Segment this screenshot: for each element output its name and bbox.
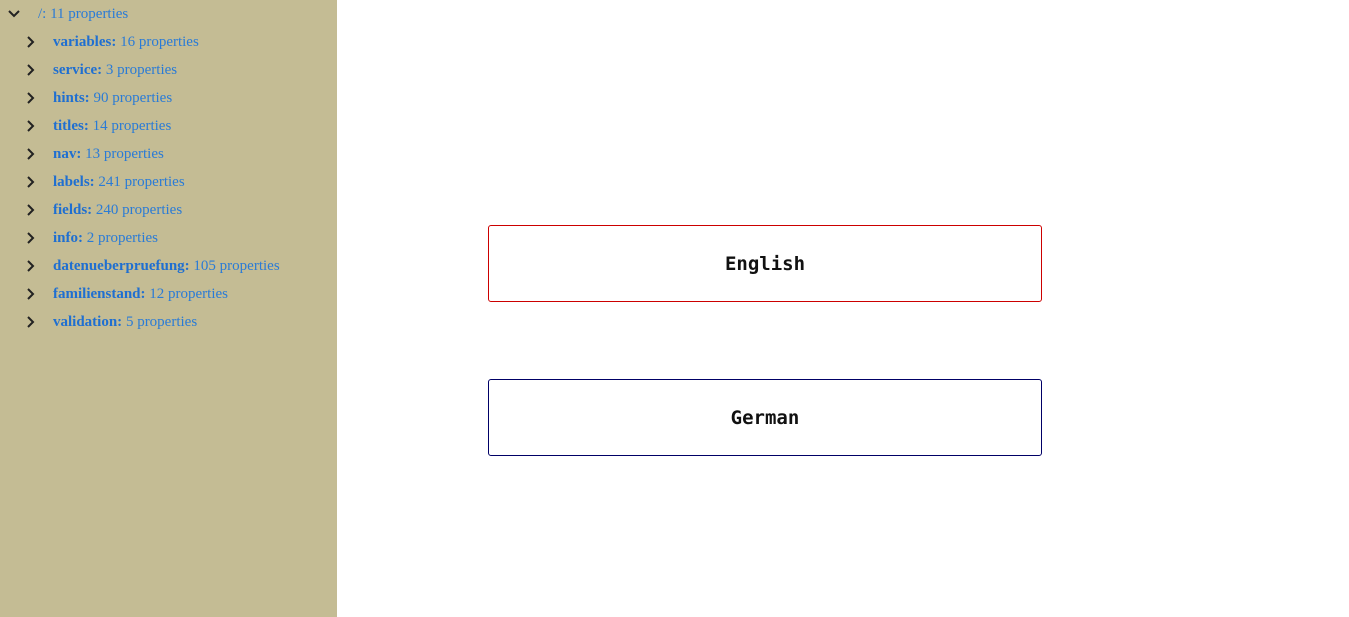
german-language-button[interactable]: German (488, 379, 1042, 456)
tree-item-key: validation: (53, 313, 123, 330)
tree-item-count: 3 properties (105, 61, 178, 78)
tree-item-key: service: (53, 61, 103, 78)
tree-item-count: 5 properties (125, 313, 198, 330)
tree-item-key: nav: (53, 145, 82, 162)
chevron-right-icon[interactable] (23, 286, 39, 302)
chevron-right-icon[interactable] (23, 258, 39, 274)
tree-item-count: 241 properties (98, 173, 185, 190)
english-language-button[interactable]: English (488, 225, 1042, 302)
chevron-right-icon[interactable] (23, 202, 39, 218)
tree-item-familienstand[interactable]: familienstand: 12 properties (23, 280, 228, 308)
tree-item-key: titles: (53, 117, 89, 134)
tree-item-key: hints: (53, 89, 90, 106)
tree-item-key: labels: (53, 173, 95, 190)
chevron-right-icon[interactable] (23, 90, 39, 106)
tree-item-count: 240 properties (95, 201, 183, 218)
tree-item-key: variables: (53, 33, 117, 50)
tree-item-labels[interactable]: labels: 241 properties (23, 168, 185, 196)
chevron-right-icon[interactable] (23, 34, 39, 50)
tree-item-count: 16 properties (120, 33, 199, 50)
tree-item-info[interactable]: info: 2 properties (23, 224, 158, 252)
tree-item-count: 2 properties (86, 229, 158, 246)
tree-item-count: 13 properties (85, 145, 164, 162)
tree-item-key: datenueberpruefung: (53, 257, 190, 274)
tree-item-hints[interactable]: hints: 90 properties (23, 84, 172, 112)
tree-root-row[interactable]: /: 11 properties (6, 0, 128, 28)
tree-root-count: 11 properties (50, 5, 129, 22)
tree-item-key: familienstand: (53, 285, 146, 302)
tree-item-nav[interactable]: nav: 13 properties (23, 140, 164, 168)
chevron-right-icon[interactable] (23, 146, 39, 162)
tree-item-service[interactable]: service: 3 properties (23, 56, 177, 84)
tree-item-key: fields: (53, 201, 93, 218)
tree-item-count: 12 properties (149, 285, 228, 302)
tree-item-count: 90 properties (93, 89, 173, 106)
tree-item-variables[interactable]: variables: 16 properties (23, 28, 199, 56)
tree-item-count: 14 properties (92, 117, 172, 134)
tree-item-datenueberpruefung[interactable]: datenueberpruefung: 105 properties (23, 252, 280, 280)
chevron-down-icon[interactable] (6, 6, 22, 22)
chevron-right-icon[interactable] (23, 62, 39, 78)
tree-item-fields[interactable]: fields: 240 properties (23, 196, 182, 224)
tree-item-count: 105 properties (193, 257, 280, 274)
tree-item-key: info: (53, 229, 83, 246)
tree-item-titles[interactable]: titles: 14 properties (23, 112, 171, 140)
chevron-right-icon[interactable] (23, 118, 39, 134)
json-tree-sidebar: /: 11 properties variables: 16 propertie… (0, 0, 337, 617)
chevron-right-icon[interactable] (23, 314, 39, 330)
tree-item-validation[interactable]: validation: 5 properties (23, 308, 197, 336)
chevron-right-icon[interactable] (23, 230, 39, 246)
chevron-right-icon[interactable] (23, 174, 39, 190)
tree-root-key: /: (38, 5, 47, 22)
